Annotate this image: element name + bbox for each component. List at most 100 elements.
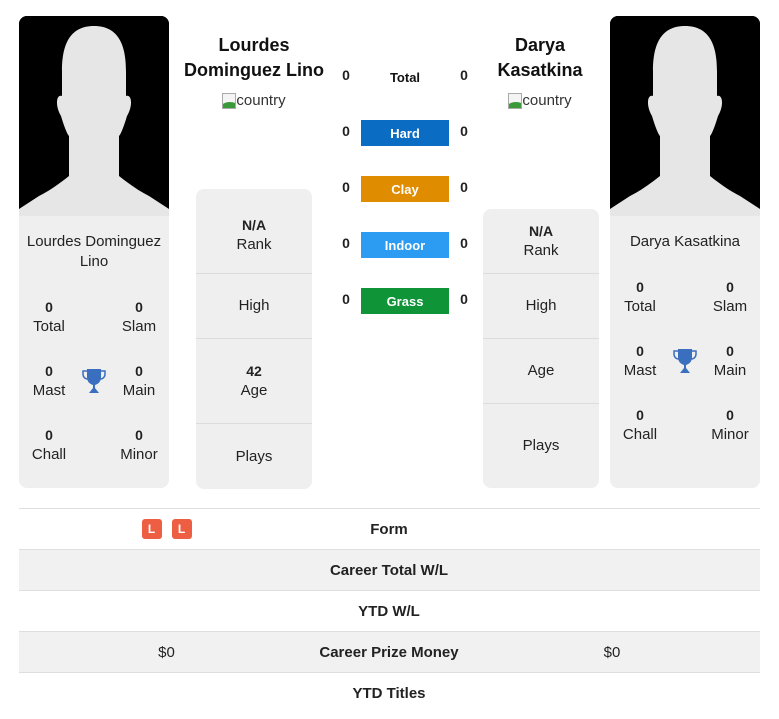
silhouette-icon xyxy=(19,16,169,216)
trophy-icon xyxy=(82,369,106,393)
label: Minor xyxy=(711,426,749,443)
player1-age: 42 Age xyxy=(196,339,312,424)
value: 42 xyxy=(246,363,262,379)
label: Rank xyxy=(236,236,272,253)
value: 0 xyxy=(636,343,644,359)
player2-total-titles: 0 Total xyxy=(610,277,670,317)
value: N/A xyxy=(241,217,267,233)
player2-titles-card: Darya Kasatkina 0 Total 0 Slam 0 Mast 0 … xyxy=(610,216,760,488)
value: 0 xyxy=(135,427,143,443)
label: High xyxy=(525,297,557,314)
label: Minor xyxy=(120,446,158,463)
player2-plays: Plays xyxy=(483,404,599,488)
surface-clay-badge[interactable]: Clay xyxy=(361,176,449,202)
surface-indoor-badge[interactable]: Indoor xyxy=(361,232,449,258)
form-loss-badge[interactable]: L xyxy=(171,519,192,539)
h2h-clay-p2: 0 xyxy=(460,179,468,195)
player1-form: L L xyxy=(19,519,314,539)
ytd-wl-label: YTD W/L xyxy=(358,602,420,620)
value: 0 xyxy=(135,363,143,379)
value: N/A xyxy=(528,223,554,239)
player2-photo xyxy=(610,16,760,216)
label: High xyxy=(238,297,270,314)
label: Chall xyxy=(31,446,67,463)
career-prize-money-label: Career Prize Money xyxy=(319,643,459,661)
label: Plays xyxy=(235,447,273,465)
player2-slam-titles: 0 Slam xyxy=(700,277,760,317)
label: Chall xyxy=(622,426,658,443)
player1-mast-titles: 0 Mast xyxy=(19,361,79,401)
player2-rank: N/A Rank xyxy=(483,209,599,274)
player1-minor-titles: 0 Minor xyxy=(109,425,169,465)
player2-info-card: N/A Rank High Age Plays xyxy=(483,209,599,488)
comparison-row-ytd-titles: YTD Titles xyxy=(19,672,760,713)
surface-grass-badge[interactable]: Grass xyxy=(361,288,449,314)
player1-plays: Plays xyxy=(196,424,312,489)
h2h-total-p1: 0 xyxy=(342,67,350,83)
player2-name-heading[interactable]: Darya Kasatkina xyxy=(465,33,615,83)
broken-image-icon xyxy=(222,92,237,109)
career-total-wl-label: Career Total W/L xyxy=(329,561,449,579)
surface-hard-badge[interactable]: Hard xyxy=(361,120,449,146)
h2h-hard-p1: 0 xyxy=(342,123,350,139)
player1-career-prize-money: $0 xyxy=(158,643,175,661)
player1-main-titles: 0 Main xyxy=(109,361,169,401)
player2-card-name: Darya Kasatkina xyxy=(629,233,741,250)
player1-chall-titles: 0 Chall xyxy=(19,425,79,465)
player1-total-titles: 0 Total xyxy=(19,297,79,337)
label: Main xyxy=(713,362,747,379)
player1-slam-titles: 0 Slam xyxy=(109,297,169,337)
player2-career-prize-money: $0 xyxy=(603,643,621,661)
value: 0 xyxy=(726,407,734,423)
value: 0 xyxy=(135,299,143,315)
player2-name-line1: Darya xyxy=(514,35,566,55)
value: 0 xyxy=(45,427,53,443)
broken-image-icon xyxy=(508,92,523,109)
player1-card-name: Lourdes Dominguez Lino xyxy=(26,233,162,270)
player2-chall-titles: 0 Chall xyxy=(610,405,670,445)
h2h-grass-p2: 0 xyxy=(460,291,468,307)
h2h-grass-p1: 0 xyxy=(342,291,350,307)
value: 0 xyxy=(726,343,734,359)
h2h-hard-p2: 0 xyxy=(460,123,468,139)
player1-info-card: N/A Rank High 42 Age Plays xyxy=(196,189,312,489)
label: Mast xyxy=(32,382,66,399)
ytd-titles-label: YTD Titles xyxy=(352,684,426,702)
label: Rank xyxy=(523,242,559,259)
label: Age xyxy=(527,362,555,379)
player1-name-line2: Dominguez Lino xyxy=(184,60,324,80)
player2-minor-titles: 0 Minor xyxy=(700,405,760,445)
country-alt-text: country xyxy=(522,92,572,109)
player1-name-line1: Lourdes xyxy=(218,35,290,55)
value: 0 xyxy=(726,279,734,295)
h2h-indoor-p1: 0 xyxy=(342,235,350,251)
value: 0 xyxy=(636,407,644,423)
player2-mast-titles: 0 Mast xyxy=(610,341,670,381)
player2-high: High xyxy=(483,274,599,339)
player1-photo xyxy=(19,16,169,216)
value: 0 xyxy=(636,279,644,295)
label: Total xyxy=(33,318,65,335)
h2h-total-label: Total xyxy=(389,69,421,85)
label: Slam xyxy=(121,318,157,335)
comparison-row-form: L L Form xyxy=(19,508,760,549)
trophy-icon xyxy=(673,349,697,373)
form-label: Form xyxy=(370,520,408,538)
player2-name-line2: Kasatkina xyxy=(497,60,583,80)
comparison-row-career-prize-money: $0 Career Prize Money $0 xyxy=(19,631,760,672)
comparison-row-ytd-wl: YTD W/L xyxy=(19,590,760,631)
label: Plays xyxy=(522,437,560,454)
form-loss-badge[interactable]: L xyxy=(141,519,162,539)
player1-titles-card: Lourdes Dominguez Lino 0 Total 0 Slam 0 … xyxy=(19,216,169,488)
player1-name-heading[interactable]: Lourdes Dominguez Lino xyxy=(179,33,329,83)
label: Main xyxy=(122,382,156,399)
value: 0 xyxy=(45,299,53,315)
h2h-clay-p1: 0 xyxy=(342,179,350,195)
comparison-row-career-total-wl: Career Total W/L xyxy=(19,549,760,590)
player1-high: High xyxy=(196,274,312,339)
player2-age: Age xyxy=(483,339,599,404)
label: Mast xyxy=(623,362,657,379)
player2-country-flag: country xyxy=(465,92,615,109)
label: Age xyxy=(240,382,268,399)
country-alt-text: country xyxy=(236,92,286,109)
